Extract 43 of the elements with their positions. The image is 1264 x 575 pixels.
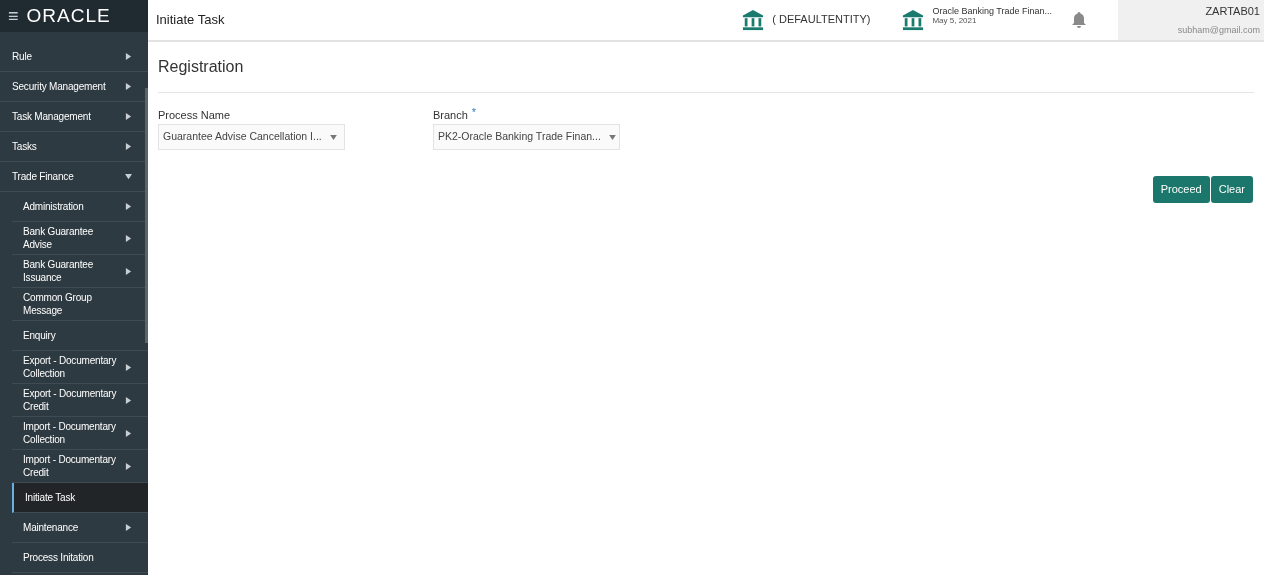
logo: ORACLE — [26, 3, 111, 28]
caret-icon — [125, 113, 132, 120]
entity-label: ( DEFAULTENTITY) — [772, 12, 871, 27]
caret-icon — [608, 134, 616, 140]
scrollbar[interactable] — [145, 88, 148, 343]
caret-icon — [125, 143, 132, 150]
sidebar-item[interactable]: Process Initation — [12, 543, 148, 573]
branch-name: Oracle Banking Trade Finan... — [932, 7, 1052, 16]
caret-icon — [125, 173, 132, 180]
field-label: Process Name — [158, 108, 231, 123]
caret-icon — [125, 53, 132, 60]
dropdown-field[interactable]: PK2-Oracle Banking Trade Finan... — [433, 124, 620, 150]
section-title: Registration — [158, 42, 1254, 93]
dropdown-field[interactable]: Guarantee Advise Cancellation I... — [158, 124, 345, 150]
sidebar-item[interactable]: Export - Documentary Credit — [12, 384, 148, 417]
bell-icon[interactable] — [1072, 12, 1086, 28]
sidebar-item[interactable]: Rule — [0, 42, 148, 72]
caret-icon — [125, 83, 132, 90]
bank-icon — [742, 9, 765, 31]
sidebar-item[interactable]: Export - Documentary Collection — [12, 351, 148, 384]
sidebar-item[interactable]: Import - Documentary Collection — [12, 417, 148, 450]
user-panel[interactable]: ZARTAB01 subham@gmail.com — [1118, 0, 1264, 40]
menu-icon[interactable]: ≡ — [8, 2, 19, 30]
field-label: Branch — [433, 108, 468, 123]
user-email: subham@gmail.com — [1177, 23, 1260, 37]
caret-icon — [125, 203, 132, 210]
caret-icon — [125, 396, 132, 404]
action-button[interactable]: Clear — [1210, 176, 1253, 203]
sidebar-item[interactable]: Initiate Task — [12, 483, 148, 513]
caret-icon — [125, 524, 132, 531]
caret-icon — [125, 267, 132, 275]
caret-icon — [125, 234, 132, 242]
user-name: ZARTAB01 — [1205, 4, 1260, 19]
branch-date: May 5, 2021 — [932, 16, 978, 25]
page-title: Initiate Task — [156, 11, 225, 30]
bank-icon — [902, 9, 925, 31]
caret-icon — [125, 429, 132, 437]
caret-icon — [329, 134, 337, 140]
action-button[interactable]: Proceed — [1152, 176, 1210, 203]
caret-icon — [125, 363, 132, 371]
required-mark: * — [471, 107, 477, 117]
sidebar-item[interactable]: Maintenance — [12, 513, 148, 543]
caret-icon — [125, 462, 132, 470]
